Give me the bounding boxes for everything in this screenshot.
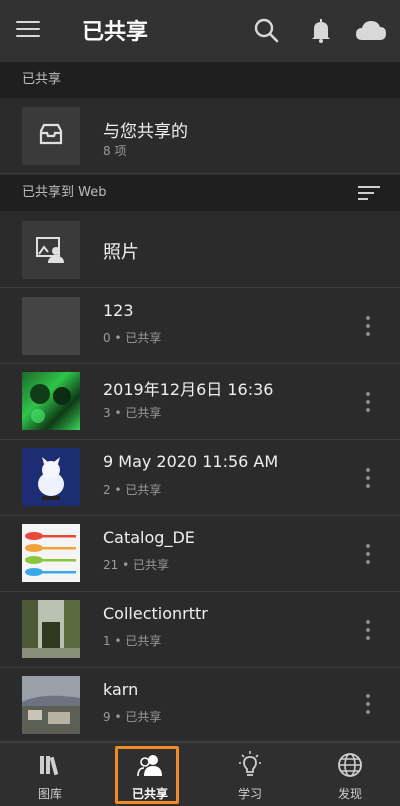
tab-label: 图库: [37, 787, 62, 801]
tab-shared[interactable]: 已共享: [100, 743, 200, 806]
shared-with-me-count: 8 项: [103, 144, 127, 158]
tab-library[interactable]: 图库: [0, 743, 100, 806]
album-meta: 2 • 已共享: [103, 483, 162, 497]
page-title: 已共享: [82, 20, 149, 45]
album-thumbnail: [22, 524, 80, 582]
tab-learn[interactable]: 学习: [200, 743, 300, 806]
album-meta: 1 • 已共享: [103, 634, 162, 648]
sort-icon[interactable]: [358, 186, 380, 202]
album-meta: 0 • 已共享: [103, 331, 162, 345]
album-thumbnail: [22, 297, 80, 355]
more-options-icon[interactable]: [364, 620, 372, 644]
album-name: karn: [103, 680, 139, 699]
search-icon[interactable]: [252, 16, 282, 46]
album-row[interactable]: 9 May 2020 11:56 AM 2 • 已共享: [0, 440, 400, 516]
album-meta: 21 • 已共享: [103, 558, 170, 572]
album-thumbnail: [22, 372, 80, 430]
album-row[interactable]: Catalog_DE 21 • 已共享: [0, 516, 400, 592]
album-name: Collectionrttr: [103, 604, 208, 623]
tab-label: 已共享: [131, 787, 168, 801]
tab-label: 学习: [237, 787, 262, 801]
library-icon: [36, 751, 64, 779]
album-name: 2019年12月6日 16:36: [103, 380, 274, 399]
inbox-icon: [22, 107, 80, 165]
section-header-shared: 已共享: [0, 62, 400, 98]
more-options-icon[interactable]: [364, 694, 372, 718]
shared-with-me-row[interactable]: 与您共享的 8 项: [0, 98, 400, 174]
lightbulb-icon: [236, 751, 264, 779]
bottom-tab-bar: 图库 已共享 学习 发现: [0, 742, 400, 806]
tab-discover[interactable]: 发现: [300, 743, 400, 806]
photo-person-icon: [22, 221, 80, 279]
section-header-shared-web: 已共享到 Web: [0, 175, 400, 211]
album-row[interactable]: 123 0 • 已共享: [0, 288, 400, 364]
album-name: 9 May 2020 11:56 AM: [103, 452, 279, 471]
album-thumbnail: [22, 676, 80, 734]
section-header-shared-web-label: 已共享到 Web: [22, 185, 107, 200]
more-options-icon[interactable]: [364, 316, 372, 340]
shared-with-me-label: 与您共享的: [103, 122, 188, 142]
album-name: 123: [103, 301, 134, 320]
app-header: 已共享: [0, 0, 400, 62]
album-meta: 3 • 已共享: [103, 406, 162, 420]
more-options-icon[interactable]: [364, 392, 372, 416]
album-meta: 9 • 已共享: [103, 710, 162, 724]
globe-icon: [336, 751, 364, 779]
photos-row[interactable]: 照片: [0, 211, 400, 288]
people-icon: [136, 751, 164, 779]
album-row[interactable]: 2019年12月6日 16:36 3 • 已共享: [0, 364, 400, 440]
hamburger-menu-icon[interactable]: [16, 21, 40, 41]
album-row[interactable]: karn 9 • 已共享: [0, 668, 400, 742]
bell-icon[interactable]: [306, 16, 336, 46]
album-name: Catalog_DE: [103, 528, 195, 547]
album-thumbnail: [22, 448, 80, 506]
more-options-icon[interactable]: [364, 544, 372, 568]
photos-label: 照片: [103, 242, 139, 263]
cloud-icon[interactable]: [354, 16, 388, 46]
album-thumbnail: [22, 600, 80, 658]
tab-label: 发现: [337, 787, 362, 801]
album-row[interactable]: Collectionrttr 1 • 已共享: [0, 592, 400, 668]
more-options-icon[interactable]: [364, 468, 372, 492]
